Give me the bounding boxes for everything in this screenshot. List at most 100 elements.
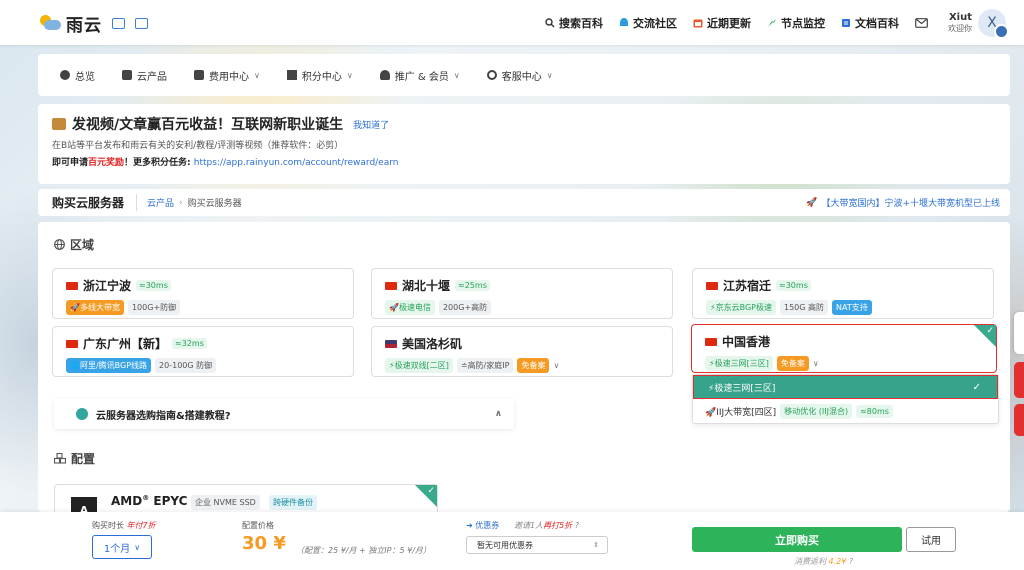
top-navbar: 雨云 搜索百科 交流社区 近期更新 节点监控 文档百科 Xiut 欢迎你 X [0, 0, 1024, 45]
subnav-points[interactable]: 积分中心 ∨ [286, 68, 353, 83]
subnav-support[interactable]: 客服中心 ∨ [486, 68, 553, 83]
duration-label: 购买时长 年付7折 [92, 520, 156, 531]
subnav-overview[interactable]: 总览 [60, 68, 95, 83]
latency-badge: ≈25ms [455, 280, 490, 291]
latency-badge: ≈30ms [136, 280, 171, 291]
coupon-label: ➜ 优惠券 [466, 520, 499, 531]
chevron-down-icon: ∨ [346, 70, 353, 80]
chevron-down-icon: ∨ [453, 70, 460, 80]
user-menu[interactable]: Xiut 欢迎你 X [948, 8, 1009, 39]
region-card-guangzhou[interactable]: 广东广州【新】 ≈32ms 🌐阿里/腾讯BGP线路 20-100G 防御 [52, 326, 354, 377]
region-card-shiyan[interactable]: 湖北十堰 ≈25ms 🚀极速电信 200G+高防 [371, 268, 673, 319]
dismiss-link[interactable]: 我知道了 [353, 118, 389, 131]
feature-tag: 移动优化 (IIJ混合) [780, 403, 853, 419]
region-card-ningbo[interactable]: 浙江宁波 ≈30ms 🚀多线大带宽 100G+防御 [52, 268, 354, 319]
community-icon [620, 17, 628, 26]
trial-button[interactable]: 试用 [906, 527, 956, 552]
feature-tag: 100G+防御 [127, 300, 181, 315]
feature-tag: ⚡极速三网[三区] [705, 356, 773, 371]
globe-icon [54, 239, 65, 250]
feature-tag: 🌐阿里/腾讯BGP线路 [66, 358, 152, 373]
subnav-label: 客服中心 [501, 71, 542, 83]
side-tab-light[interactable] [1014, 312, 1024, 354]
help-icon[interactable]: ? [575, 521, 579, 530]
region-name: 中国香港 [722, 335, 771, 349]
image-icon[interactable] [112, 18, 125, 29]
nav-label: 近期更新 [707, 16, 751, 30]
china-flag-icon [66, 339, 78, 348]
feature-tag: 跨硬件备份 [269, 495, 317, 510]
subnav-billing[interactable]: 费用中心 ∨ [194, 68, 260, 83]
feature-tag: ⚡京东云BGP极速 [706, 300, 776, 315]
feature-tag: 免备案 [776, 356, 809, 371]
duration-select[interactable]: 1个月 ∨ [92, 535, 152, 559]
mail-icon[interactable] [915, 17, 928, 28]
breadcrumb-item-cloud-products[interactable]: 云产品 [147, 196, 174, 209]
coupon-icon: ➜ [466, 521, 473, 530]
side-tab-red-2[interactable] [1014, 404, 1024, 436]
avatar[interactable]: X [978, 8, 1009, 39]
zone-dropdown: ⚡极速三网[三区] ✓ 🚀IIJ大带宽[四区] 移动优化 (IIJ混合) ≈80… [692, 374, 999, 424]
rebate-value: 4.2¥ [828, 557, 847, 566]
check-icon: ✓ [427, 486, 435, 496]
cpu-option-card[interactable]: A AMD® EPYC 企业 NVME SSD 跨硬件备份 ✓ [54, 484, 438, 512]
select-arrows-icon: ⇕ [593, 541, 599, 549]
subnav-label: 推广 & 会员 [394, 71, 449, 83]
subnav-promo-member[interactable]: 推广 & 会员 ∨ [379, 68, 460, 83]
region-card-suqian[interactable]: 江苏宿迁 ≈30ms ⚡京东云BGP极速 150G 高防 NAT支持 [692, 268, 994, 319]
china-flag-icon [706, 281, 718, 290]
reward-link[interactable]: https://app.rainyun.com/account/reward/e… [194, 158, 399, 168]
region-card-hongkong[interactable]: 中国香港 ⚡极速三网[三区] 免备案 ∨ ✓ [691, 324, 997, 373]
feature-tag: 免备案 [517, 358, 550, 373]
nav-docs[interactable]: 文档百科 [841, 15, 899, 31]
feature-tag: 20-100G 防御 [155, 358, 217, 373]
subnav-cloud-products[interactable]: 云产品 [122, 68, 167, 83]
dashboard-icon [60, 70, 70, 80]
duration-label-text: 购买时长 [92, 521, 124, 530]
china-flag-icon [66, 281, 78, 290]
nav-node-monitor[interactable]: 节点监控 [767, 15, 825, 31]
nav-search-wiki[interactable]: 搜索百科 [545, 15, 603, 31]
feature-tag: 150G 高防 [780, 300, 829, 315]
reward-highlight: 百元奖励 [88, 158, 125, 168]
nav-label: 文档百科 [855, 16, 899, 30]
announcement-title: 发视频/文章赢百元收益！互联网新职业诞生 [72, 117, 344, 133]
nav-updates[interactable]: 近期更新 [693, 15, 751, 31]
chevron-up-icon: ∧ [494, 409, 502, 419]
subnav-label: 云产品 [137, 71, 167, 83]
zone-option-iij[interactable]: 🚀IIJ大带宽[四区] 移动优化 (IIJ混合) ≈80ms [693, 399, 998, 423]
promo-notice[interactable]: 🚀 【大带宽国内】宁波+十堰大带宽机型已上线 [806, 196, 1000, 210]
purchase-guide-collapse[interactable]: 云服务器选购指南&搭建教程? ∧ [54, 399, 514, 429]
cpu-name: AMD® EPYC [111, 494, 187, 508]
latency-badge: ≈80ms [856, 404, 893, 418]
zone-option-selected[interactable]: ⚡极速三网[三区] ✓ [693, 375, 998, 399]
breadcrumb-item-current: 购买云服务器 [187, 199, 242, 209]
nav-label: 节点监控 [781, 16, 825, 30]
total-price: 30 ¥ [242, 533, 286, 554]
subnav-label: 费用中心 [209, 71, 249, 83]
secondary-navbar: 总览 云产品 费用中心 ∨ 积分中心 ∨ 推广 & 会员 ∨ 客服中心 ∨ [38, 54, 1010, 96]
region-name: 江苏宿迁 [723, 279, 772, 293]
subnav-label: 积分中心 [301, 71, 342, 83]
invite-note-prefix: 邀请1人 [514, 521, 544, 530]
coupon-label-text: 优惠券 [475, 521, 500, 530]
zone-option-label: 🚀IIJ大带宽[四区] [705, 407, 777, 418]
announcement-banner: 发视频/文章赢百元收益！互联网新职业诞生 我知道了 在B站等平台发布和雨云有关的… [38, 104, 1010, 184]
docs-icon [842, 18, 850, 27]
chevron-down-icon[interactable]: ∨ [553, 361, 559, 370]
nav-community[interactable]: 交流社区 [619, 15, 677, 31]
check-icon: ✓ [986, 326, 994, 336]
guide-title: 云服务器选购指南&搭建教程? [96, 410, 231, 422]
help-icon[interactable]: ? [849, 557, 853, 566]
region-name: 浙江宁波 [83, 279, 132, 293]
side-tab-red[interactable] [1014, 362, 1024, 398]
chevron-down-icon: ∨ [254, 70, 260, 80]
brand-logo[interactable]: 雨云 [38, 11, 148, 36]
translate-icon[interactable] [135, 18, 148, 29]
promo-notice-text: 【大带宽国内】宁波+十堰大带宽机型已上线 [821, 199, 1000, 209]
buy-now-button[interactable]: 立即购买 [692, 527, 902, 552]
coupon-select[interactable]: 暂无可用优惠券 ⇕ [466, 536, 608, 554]
chevron-down-icon[interactable]: ∨ [813, 359, 819, 368]
region-card-los-angeles[interactable]: 美国洛杉矶 ⚡极速双线[二区] ≐高防/家庭IP 免备案 ∨ [371, 326, 673, 377]
page-title: 购买云服务器 [52, 194, 138, 211]
